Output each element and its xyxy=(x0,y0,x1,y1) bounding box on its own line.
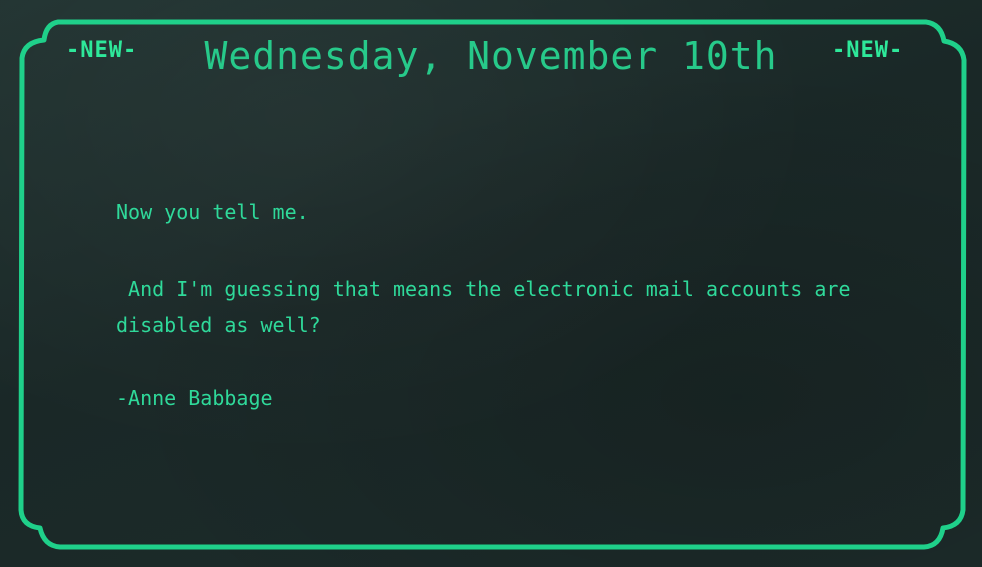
post-date-title: Wednesday, November 10th xyxy=(204,34,778,78)
paragraph-2: And I'm guessing that means the electron… xyxy=(116,277,863,337)
post-body: Now you tell me. And I'm guessing that m… xyxy=(116,194,896,416)
paragraph-1: Now you tell me. xyxy=(116,200,309,224)
signature: -Anne Babbage xyxy=(116,386,273,410)
